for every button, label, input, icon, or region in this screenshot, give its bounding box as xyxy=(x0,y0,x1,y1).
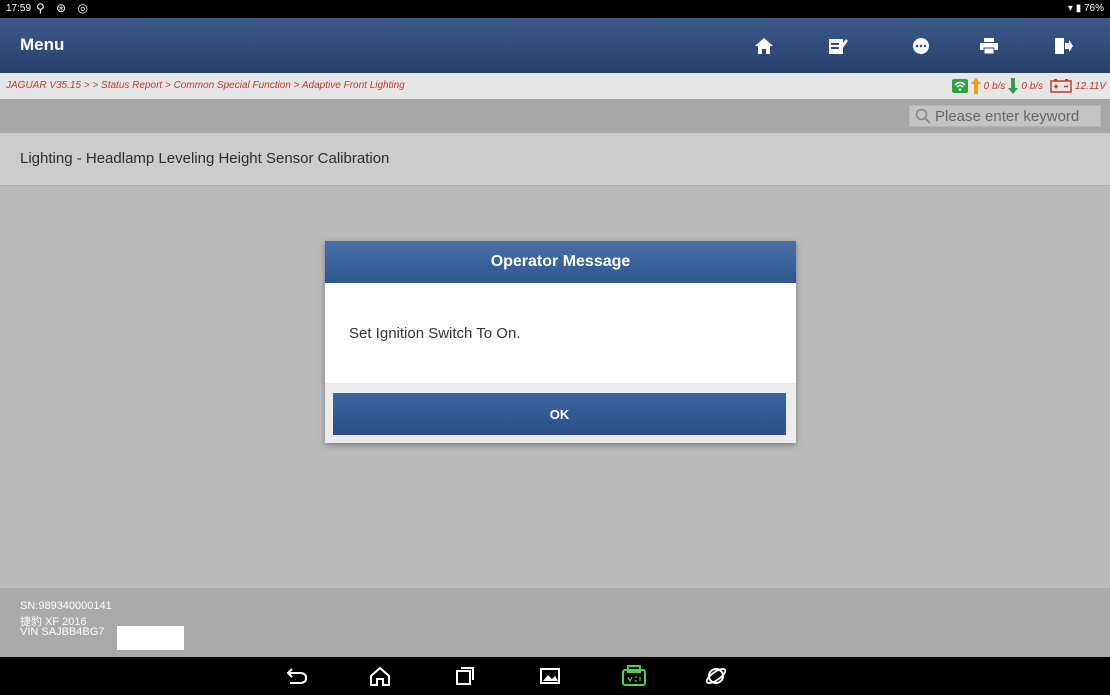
upload-arrow-icon xyxy=(970,78,981,94)
chat-icon xyxy=(913,37,929,54)
home-nav-button[interactable] xyxy=(367,664,393,688)
download-rate: 0 b/s xyxy=(1021,80,1044,92)
operator-message-dialog: Operator Message Set Ignition Switch To … xyxy=(325,241,796,443)
menu-title[interactable]: Menu xyxy=(20,35,64,55)
edit-button[interactable] xyxy=(807,18,869,73)
battery-icon: ▮ xyxy=(1075,3,1082,14)
notification-icons: ⚲ ⊛ ◎ xyxy=(36,1,92,15)
upload-rate: 0 b/s xyxy=(983,80,1006,92)
clock: 17:59 xyxy=(6,3,32,14)
top-bar: Menu xyxy=(0,18,1110,73)
dialog-message: Set Ignition Switch To On. xyxy=(349,324,521,342)
dialog-footer: OK xyxy=(325,383,796,443)
dialog-title: Operator Message xyxy=(325,241,796,283)
home-nav-icon xyxy=(370,666,390,686)
navigation-bar xyxy=(0,657,1110,695)
back-icon xyxy=(286,668,308,684)
chat-button[interactable] xyxy=(890,18,952,73)
screenshot-button[interactable] xyxy=(537,664,563,688)
back-button[interactable] xyxy=(284,664,310,688)
vin-number: VIN SAJBB4BG7 xyxy=(20,626,105,638)
print-button[interactable] xyxy=(958,18,1020,73)
printer-icon xyxy=(980,37,998,54)
wifi-icon: ▾ xyxy=(1067,3,1073,14)
browser-button[interactable] xyxy=(703,664,729,688)
battery-level: 76% xyxy=(1083,3,1104,14)
vci-button[interactable] xyxy=(621,664,647,688)
vin-redaction xyxy=(117,626,184,650)
exit-button[interactable] xyxy=(1032,18,1094,73)
connection-status: 0 b/s 0 b/s 12.11V xyxy=(951,77,1106,95)
home-icon xyxy=(755,37,773,54)
wifi-status-icon xyxy=(951,79,968,93)
browser-icon xyxy=(705,667,727,685)
status-bar: 17:59 ⚲ ⊛ ◎ ▾ ▮ 76% xyxy=(0,0,1110,18)
download-arrow-icon xyxy=(1008,78,1019,94)
battery-voltage: 12.11V xyxy=(1075,80,1106,92)
system-indicators: ▾ ▮ 76% xyxy=(1068,3,1104,14)
serial-number: SN:989340000141 xyxy=(20,600,112,612)
recent-apps-icon xyxy=(456,667,474,685)
edit-icon xyxy=(829,38,848,54)
home-button[interactable] xyxy=(733,18,795,73)
ok-button[interactable]: OK xyxy=(333,393,786,435)
vci-icon xyxy=(622,665,646,686)
exit-icon xyxy=(1055,37,1073,54)
breadcrumb-bar: JAGUAR V35.15 > > Status Report > Common… xyxy=(0,73,1110,99)
recent-apps-button[interactable] xyxy=(452,664,478,688)
breadcrumb: JAGUAR V35.15 > > Status Report > Common… xyxy=(6,80,405,91)
battery-voltage-icon xyxy=(1050,79,1072,93)
screenshot-icon xyxy=(540,668,560,684)
